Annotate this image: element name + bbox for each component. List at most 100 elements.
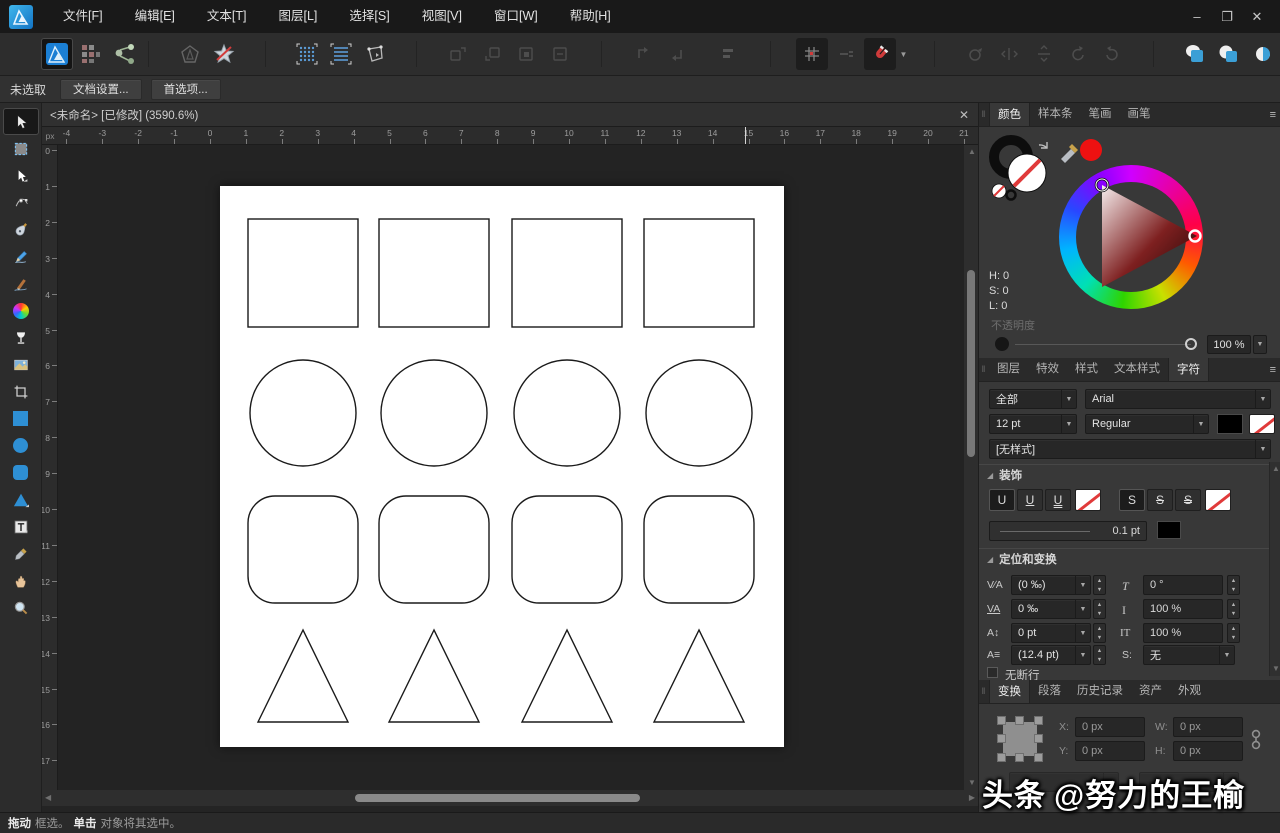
artboard-tool[interactable] [3,135,39,162]
marquee-grid-button[interactable] [291,38,323,70]
scroll-down-icon[interactable]: ▼ [968,776,976,790]
menu-file[interactable]: 文件[F] [47,0,119,33]
horizontal-scale-stepper[interactable]: ▲▼ [1227,623,1240,643]
document-tab[interactable]: <未命名> [已修改] (3590.6%) ✕ [42,103,978,127]
strike-style2-button[interactable]: S [1147,489,1173,511]
ellipse-tool[interactable] [3,432,39,459]
maximize-button[interactable]: ❐ [1212,5,1242,29]
strike-style3-button[interactable]: S [1175,489,1201,511]
scroll-down-icon[interactable]: ▼ [1272,662,1280,676]
vertical-scale-stepper[interactable]: ▲▼ [1227,599,1240,619]
marquee-rows-button[interactable] [325,38,357,70]
node-tool[interactable] [3,162,39,189]
no-break-checkbox[interactable] [987,667,998,678]
triangle-tool[interactable] [3,486,39,513]
shape-triangle[interactable] [654,630,744,722]
tab-图层[interactable]: 图层 [989,358,1028,381]
preferences-button[interactable]: 首选项... [151,79,221,100]
shape-triangle[interactable] [522,630,612,722]
text-stroke-none-swatch[interactable] [1249,414,1275,434]
shape-square[interactable] [512,219,622,327]
persona-designer-button[interactable] [41,38,73,70]
horizontal-scroll-thumb[interactable] [355,794,640,802]
shape-square[interactable] [248,219,358,327]
script-select[interactable]: 无▼ [1143,645,1235,665]
panel-menu-icon[interactable]: ≡ [1270,364,1276,376]
text-style-select[interactable]: [无样式]▼ [989,439,1271,459]
shape-circle[interactable] [250,360,356,466]
vector-brush-tool[interactable] [3,270,39,297]
canvas-vertical-scrollbar[interactable]: ▲ ▼ [964,145,978,790]
leading-stepper[interactable]: ▲▼ [1093,645,1106,665]
eyedropper-swatch[interactable] [1059,137,1103,163]
menu-edit[interactable]: 编辑[E] [119,0,191,33]
panel-scrollbar[interactable]: ▲ ▼ [1269,462,1280,676]
vertical-scale-field[interactable]: 100 % [1143,599,1223,619]
tab-样本条[interactable]: 样本条 [1030,103,1081,126]
kerning-select[interactable]: (0 ‰)▼ [1011,575,1091,595]
shape-rounded-square[interactable] [644,496,754,603]
underline-style2-button[interactable]: U [1017,489,1043,511]
rectangle-tool[interactable] [3,405,39,432]
w-field[interactable]: 0 px [1173,717,1243,737]
transparency-tool[interactable] [3,324,39,351]
rounded-rectangle-tool[interactable] [3,459,39,486]
menu-select[interactable]: 选择[S] [333,0,405,33]
shape-triangle[interactable] [389,630,479,722]
shape-triangle[interactable] [258,630,348,722]
y-field[interactable]: 0 px [1075,741,1145,761]
menu-window[interactable]: 窗口[W] [478,0,554,33]
kerning-stepper[interactable]: ▲▼ [1093,575,1106,595]
underline-color-none-swatch[interactable] [1075,489,1101,511]
scroll-up-icon[interactable]: ▲ [1272,462,1280,476]
opacity-value[interactable]: 100 % [1207,335,1251,354]
underline-style3-button[interactable]: U [1045,489,1071,511]
canvas[interactable] [58,145,964,790]
font-weight-select[interactable]: Regular▼ [1085,414,1209,434]
tab-样式[interactable]: 样式 [1067,358,1106,381]
scroll-right-icon[interactable]: ▶ [969,791,975,805]
shear-field[interactable]: 0 ° [1143,575,1223,595]
snapping-options-dropdown[interactable]: ▼ [897,38,910,70]
shape-circle[interactable] [514,360,620,466]
decorations-section-header[interactable]: ◢ 装饰 [979,464,1280,485]
h-field[interactable]: 0 px [1173,741,1243,761]
canvas-horizontal-scrollbar[interactable]: ◀ ▶ [42,790,978,806]
boolean-subtract-button[interactable] [1213,38,1245,70]
menu-text[interactable]: 文本[T] [191,0,263,33]
persona-export-button[interactable] [109,38,141,70]
shear-stepper[interactable]: ▲▼ [1227,575,1240,595]
opacity-slider[interactable] [1015,344,1191,345]
tab-画笔[interactable]: 画笔 [1120,103,1159,126]
document-close-icon[interactable]: ✕ [956,107,972,123]
color-wheel[interactable] [1059,165,1203,309]
menu-view[interactable]: 视图[V] [406,0,478,33]
artboard-page[interactable] [220,186,784,747]
panel-grip[interactable]: ‖ [979,680,989,703]
boolean-add-button[interactable] [1179,38,1211,70]
shape-rounded-square[interactable] [379,496,489,603]
scroll-left-icon[interactable]: ◀ [45,791,51,805]
fill-stroke-swatches[interactable] [987,133,1057,203]
shape-square[interactable] [644,219,754,327]
shape-square[interactable] [379,219,489,327]
snapping-magnet-button[interactable] [864,38,896,70]
tab-历史记录[interactable]: 历史记录 [1069,680,1131,703]
horizontal-scale-field[interactable]: 100 % [1143,623,1223,643]
font-collection-select[interactable]: 全部▼ [989,389,1077,409]
star-slash-button[interactable] [208,38,240,70]
persona-pixel-button[interactable] [75,38,107,70]
shape-circle[interactable] [381,360,487,466]
minimize-button[interactable]: – [1182,5,1212,29]
strike-color-none-swatch[interactable] [1205,489,1231,511]
panel-grip[interactable]: ‖ [979,358,989,381]
leading-select[interactable]: (12.4 pt)▼ [1011,645,1091,665]
font-family-select[interactable]: Arial▼ [1085,389,1271,409]
opacity-knob[interactable] [995,337,1009,351]
close-button[interactable]: ✕ [1242,5,1272,29]
font-size-select[interactable]: 12 pt▼ [989,414,1077,434]
menu-layer[interactable]: 图层[L] [262,0,333,33]
baseline-select[interactable]: 0 pt▼ [1011,623,1091,643]
tab-字符[interactable]: 字符 [1168,358,1209,381]
panel-grip[interactable]: ‖ [979,103,989,126]
